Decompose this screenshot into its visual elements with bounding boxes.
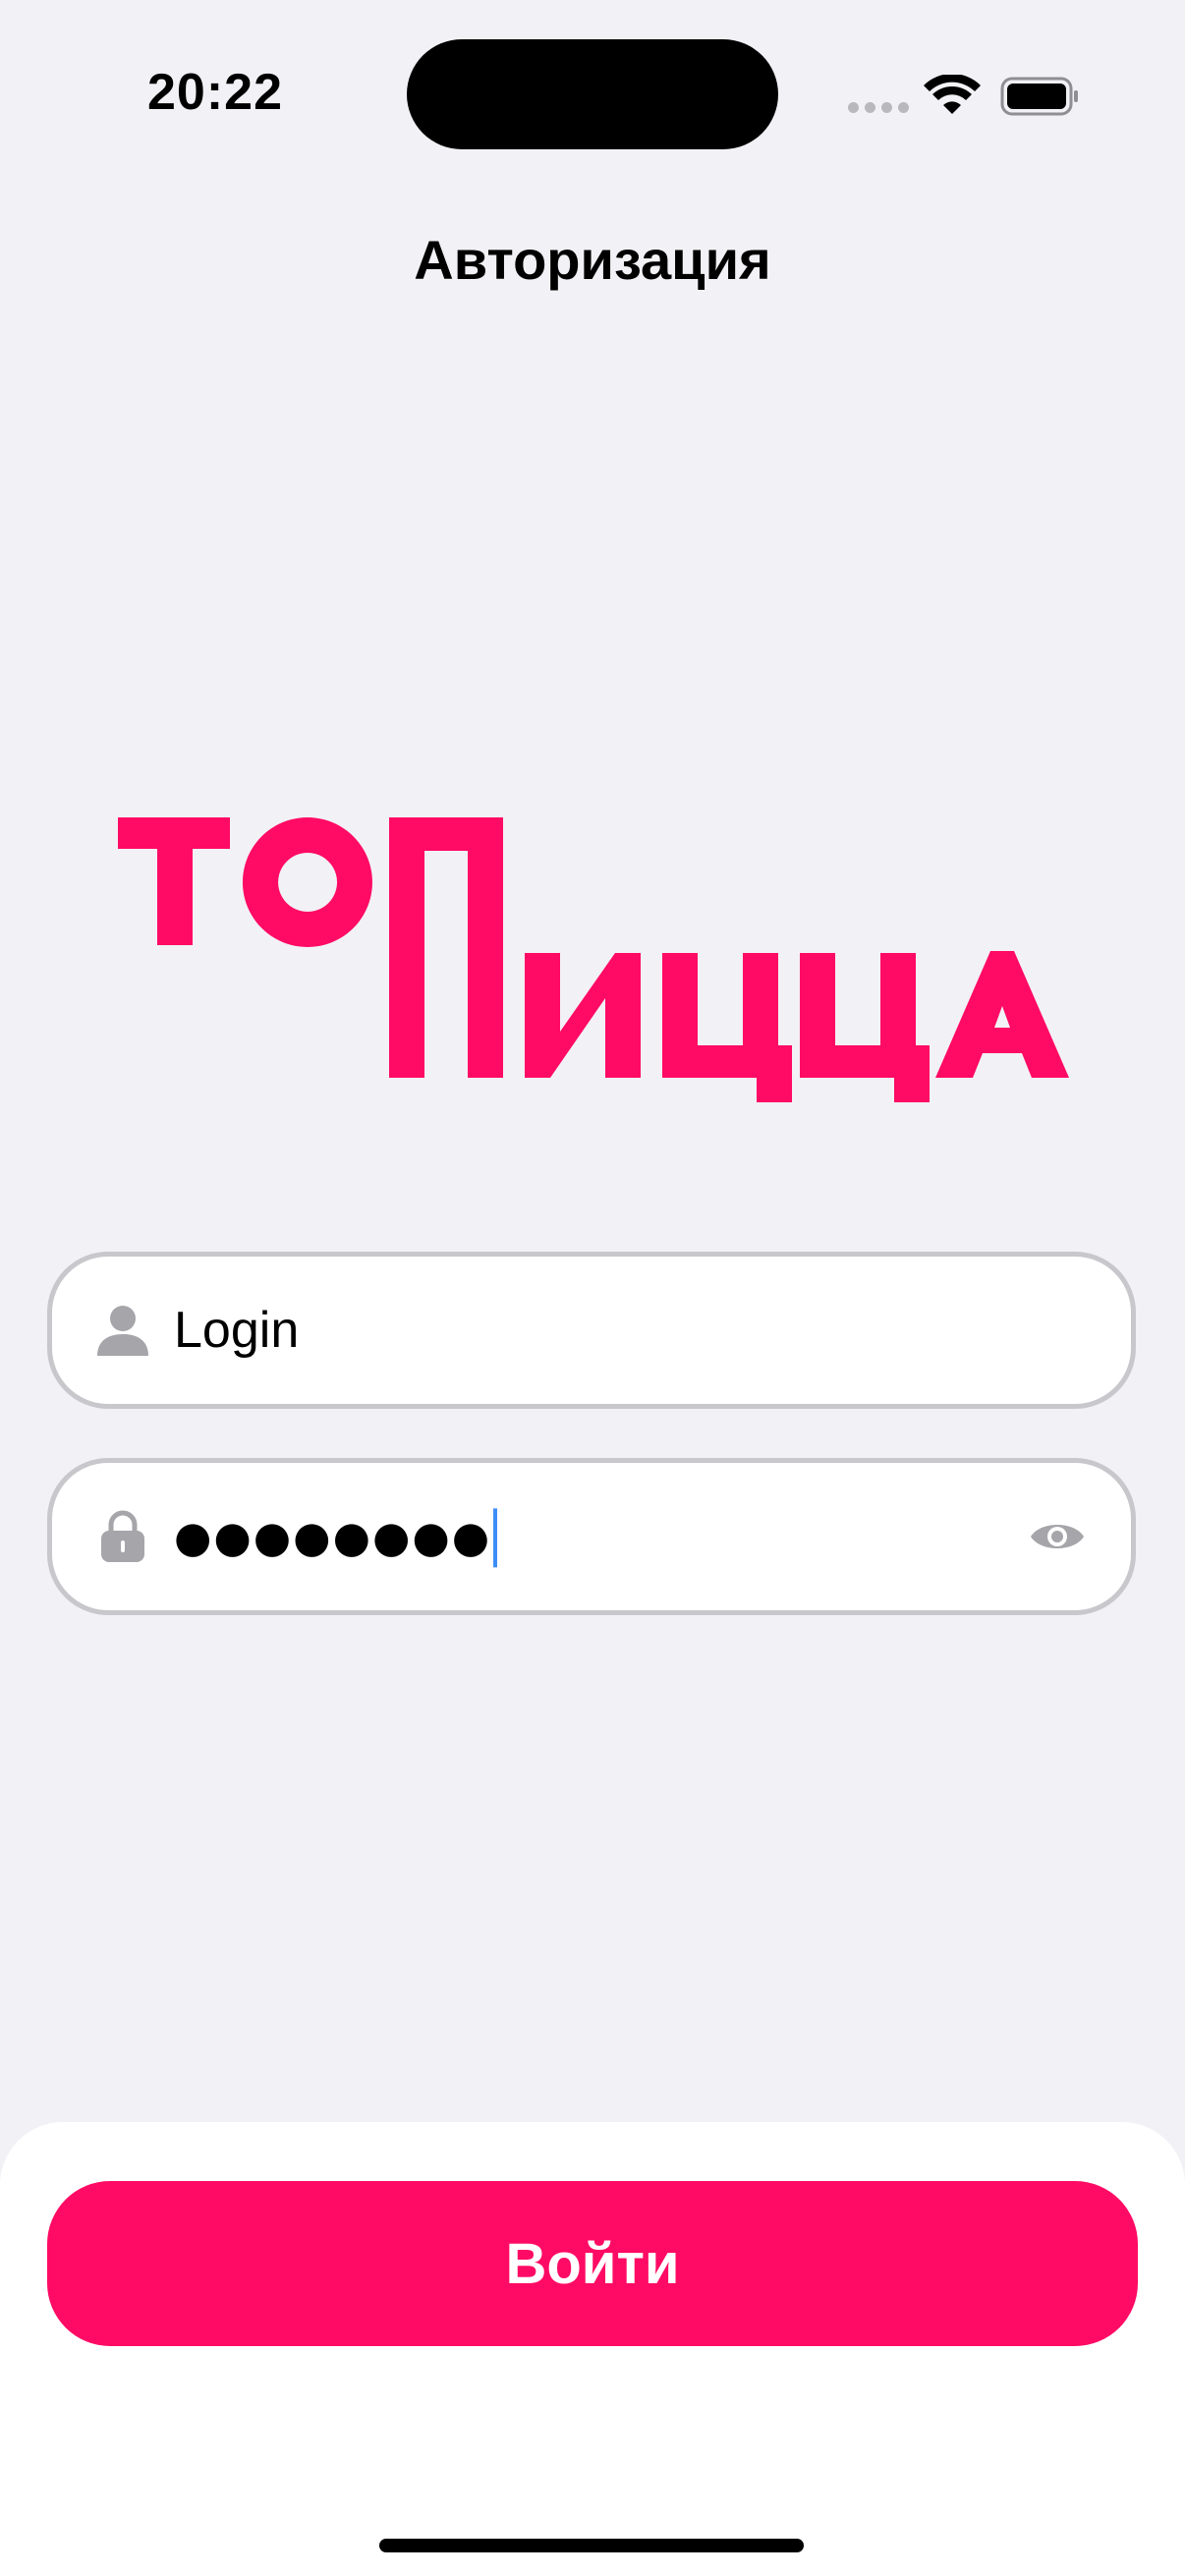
battery-icon (1000, 77, 1078, 116)
bottom-panel: Войти (0, 2122, 1185, 2576)
wifi-icon (924, 75, 981, 114)
password-field[interactable]: ●●●●●●●● (47, 1458, 1136, 1615)
cellular-signal-icon (848, 102, 909, 116)
person-icon (97, 1306, 148, 1356)
eye-icon[interactable] (1029, 1517, 1086, 1556)
status-time: 20:22 (147, 64, 283, 121)
dynamic-island (407, 39, 778, 149)
password-input-value[interactable]: ●●●●●●●● (174, 1505, 498, 1568)
brand-logo (118, 817, 1069, 1102)
login-button[interactable]: Войти (47, 2181, 1138, 2346)
login-input-value[interactable]: Login (174, 1301, 299, 1360)
text-caret (493, 1508, 498, 1568)
login-field[interactable]: Login (47, 1252, 1136, 1409)
lock-icon (101, 1510, 144, 1562)
page-title: Авторизация (414, 229, 771, 291)
home-indicator[interactable] (379, 2539, 804, 2552)
